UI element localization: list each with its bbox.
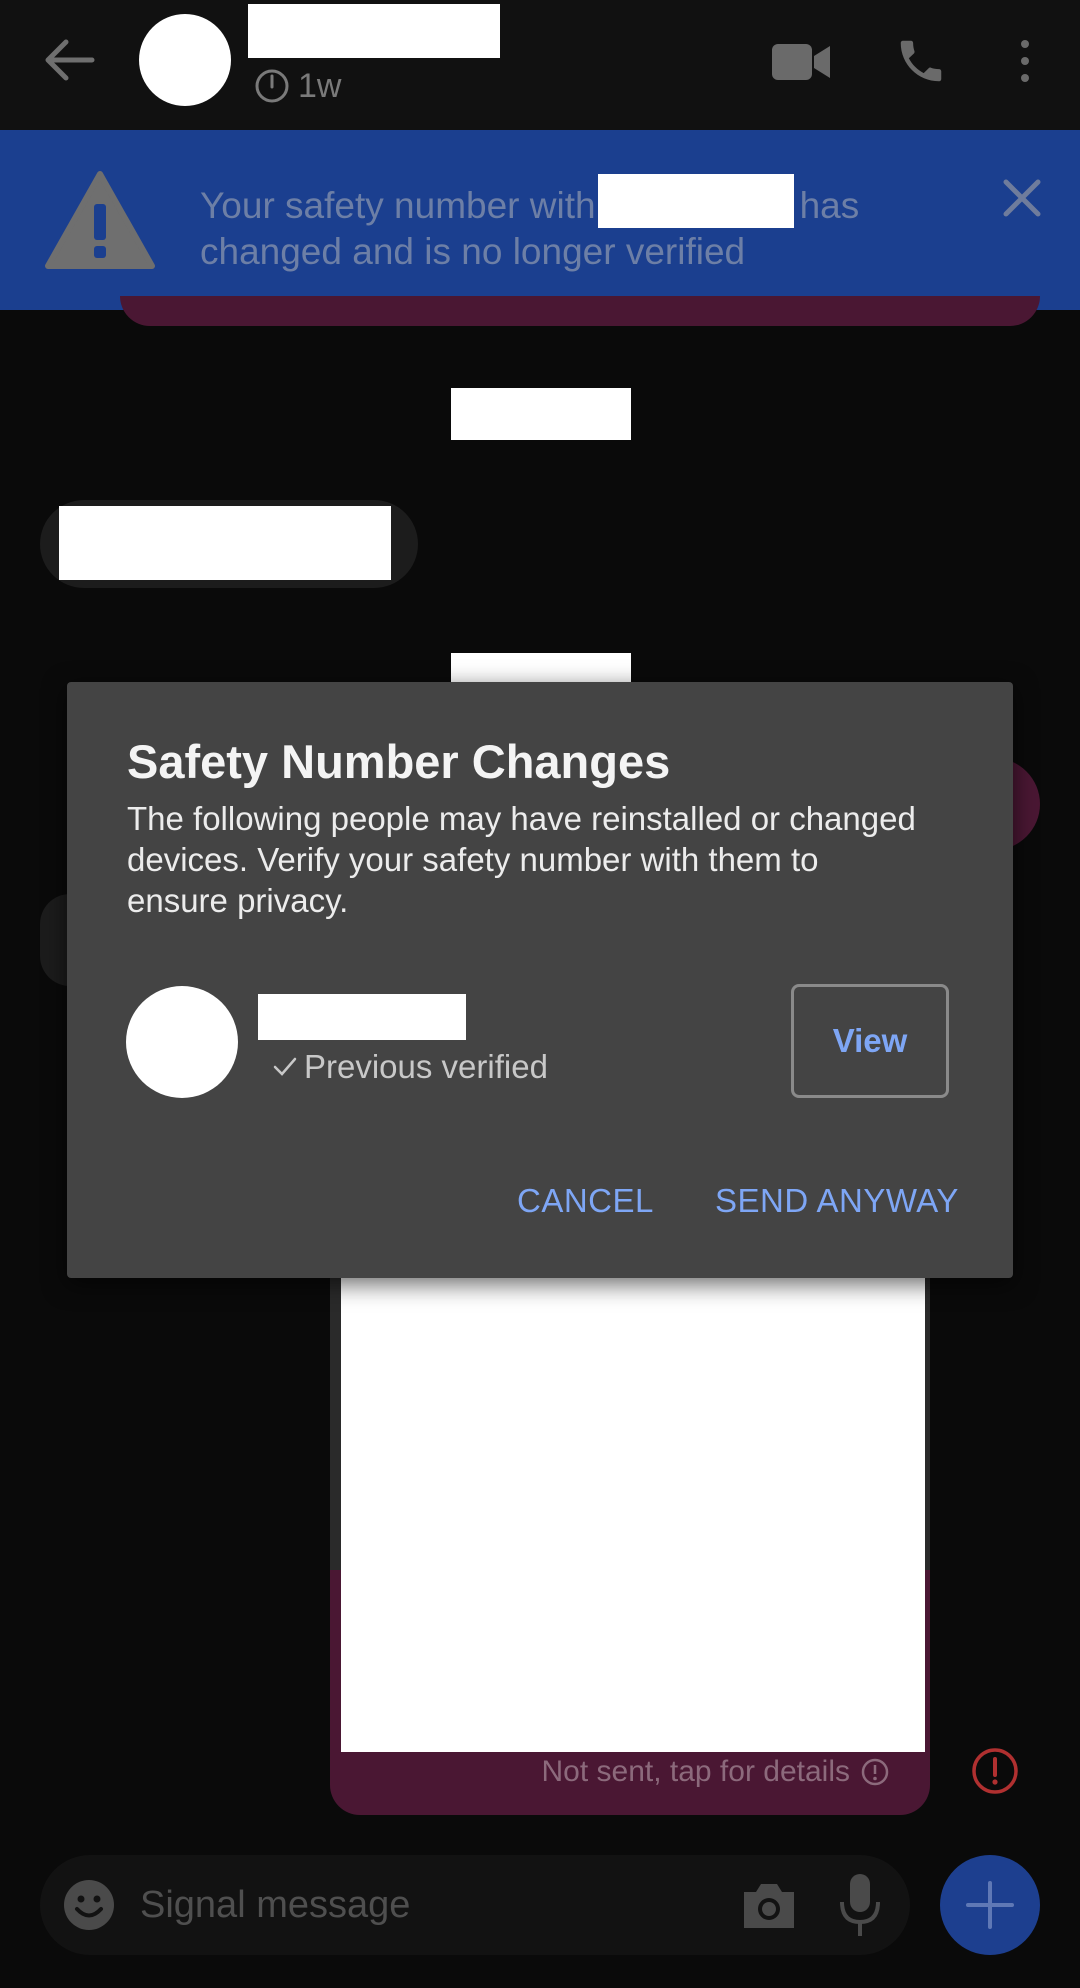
incoming-text-redacted [59,506,391,580]
more-vertical-icon[interactable] [1010,36,1040,86]
banner-text-before: Your safety number with [200,185,596,226]
timer-label: 1w [298,66,342,105]
banner-message: Your safety number with has changed and i… [200,174,920,275]
outgoing-image-redacted[interactable] [341,1240,925,1752]
video-call-icon[interactable] [770,40,832,84]
message-input[interactable]: Signal message [140,1880,700,1930]
warning-triangle-icon [44,170,156,270]
recipient-status-label: Previous verified [304,1048,548,1085]
not-sent-status[interactable]: Not sent, tap for details [330,1755,890,1789]
microphone-icon[interactable] [838,1872,882,1938]
plus-icon[interactable] [964,1879,1016,1931]
dialog-title: Safety Number Changes [127,735,671,788]
contact-avatar[interactable] [139,14,231,106]
banner-name-redacted [597,174,794,228]
view-button[interactable]: View [791,984,949,1098]
timer-icon [255,69,289,103]
contact-name-redacted[interactable] [248,4,500,58]
disappearing-timer: 1w [254,66,341,106]
camera-icon[interactable] [740,1878,798,1932]
not-sent-label: Not sent, tap for details [541,1755,851,1788]
cancel-button[interactable]: CANCEL [517,1182,654,1220]
safety-number-dialog: Safety Number Changes The following peop… [67,682,1013,1278]
checkmark-icon [273,1057,297,1076]
emoji-icon[interactable] [62,1878,116,1932]
recipient-name-redacted [258,994,466,1040]
incoming-bubble-edge [40,894,70,986]
info-circle-icon [861,1758,889,1786]
safety-number-banner[interactable]: Your safety number with has changed and i… [0,130,1080,310]
error-icon[interactable] [970,1746,1020,1796]
close-icon[interactable] [1000,176,1044,220]
dialog-message: The following people may have reinstalle… [127,800,916,919]
recipient-avatar [126,986,238,1098]
phone-call-icon[interactable] [894,34,948,88]
send-anyway-button[interactable]: SEND ANYWAY [715,1182,959,1220]
outgoing-bubble-edge [120,296,1040,326]
recipient-status: Previous verified [272,1048,548,1086]
date-header-redacted [451,388,631,440]
back-arrow-icon[interactable] [40,30,100,90]
